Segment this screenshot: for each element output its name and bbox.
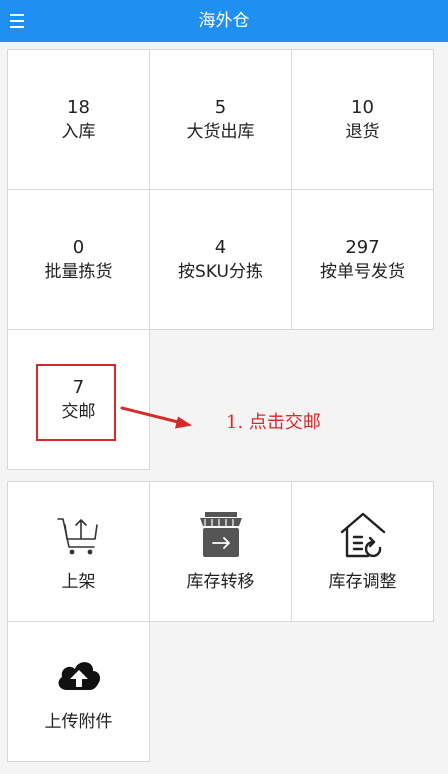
tile-shelving[interactable]: 上架 [7, 481, 150, 622]
tile-label: 退货 [345, 121, 380, 142]
tile-upload-attachment[interactable]: 上传附件 [7, 621, 150, 762]
tile-sort-by-sku[interactable]: 4 按SKU分拣 [149, 189, 292, 330]
tile-count: 18 [67, 96, 90, 118]
tile-count: 0 [72, 236, 85, 258]
tile-label: 按单号发货 [320, 261, 405, 282]
tile-stock-adjustment[interactable]: 库存调整 [291, 481, 434, 622]
tile-count: 5 [214, 96, 227, 118]
house-refresh-icon [340, 512, 385, 557]
tile-label: 库存转移 [186, 571, 255, 592]
tile-label: 上架 [61, 571, 96, 592]
page-title: 海外仓 [198, 11, 250, 31]
tile-count: 297 [345, 236, 380, 258]
tile-count: 4 [214, 236, 227, 258]
top-app-bar: 海外仓 [0, 0, 448, 42]
tile-label: 按SKU分拣 [178, 261, 263, 282]
tile-label: 入库 [61, 121, 96, 142]
tile-ship-by-order-number[interactable]: 297 按单号发货 [291, 189, 434, 330]
tool-grid: 上架 库存转移 库存调整 上传附件 [7, 481, 434, 762]
tile-returns[interactable]: 10 退货 [291, 49, 434, 190]
task-grid: 18 入库 5 大货出库 10 退货 0 批量拣货 4 按SKU分拣 297 按… [7, 49, 434, 470]
tile-count: 10 [351, 96, 374, 118]
tile-label: 库存调整 [328, 571, 397, 592]
red-arrow-icon [120, 406, 192, 429]
tile-count: 7 [72, 376, 85, 398]
tile-label: 大货出库 [186, 121, 255, 142]
annotation-text: 1. 点击交邮 [226, 412, 321, 433]
cloud-upload-icon [58, 661, 100, 690]
tile-stock-transfer[interactable]: 库存转移 [149, 481, 292, 622]
tile-batch-picking[interactable]: 0 批量拣货 [7, 189, 150, 330]
cart-upload-icon [56, 517, 98, 554]
tile-inbound[interactable]: 18 入库 [7, 49, 150, 190]
store-transfer-icon [199, 511, 242, 557]
tile-label: 交邮 [61, 401, 96, 422]
tile-bulk-outbound[interactable]: 5 大货出库 [149, 49, 292, 190]
tile-label: 上传附件 [44, 711, 113, 732]
tile-label: 批量拣货 [44, 261, 113, 282]
